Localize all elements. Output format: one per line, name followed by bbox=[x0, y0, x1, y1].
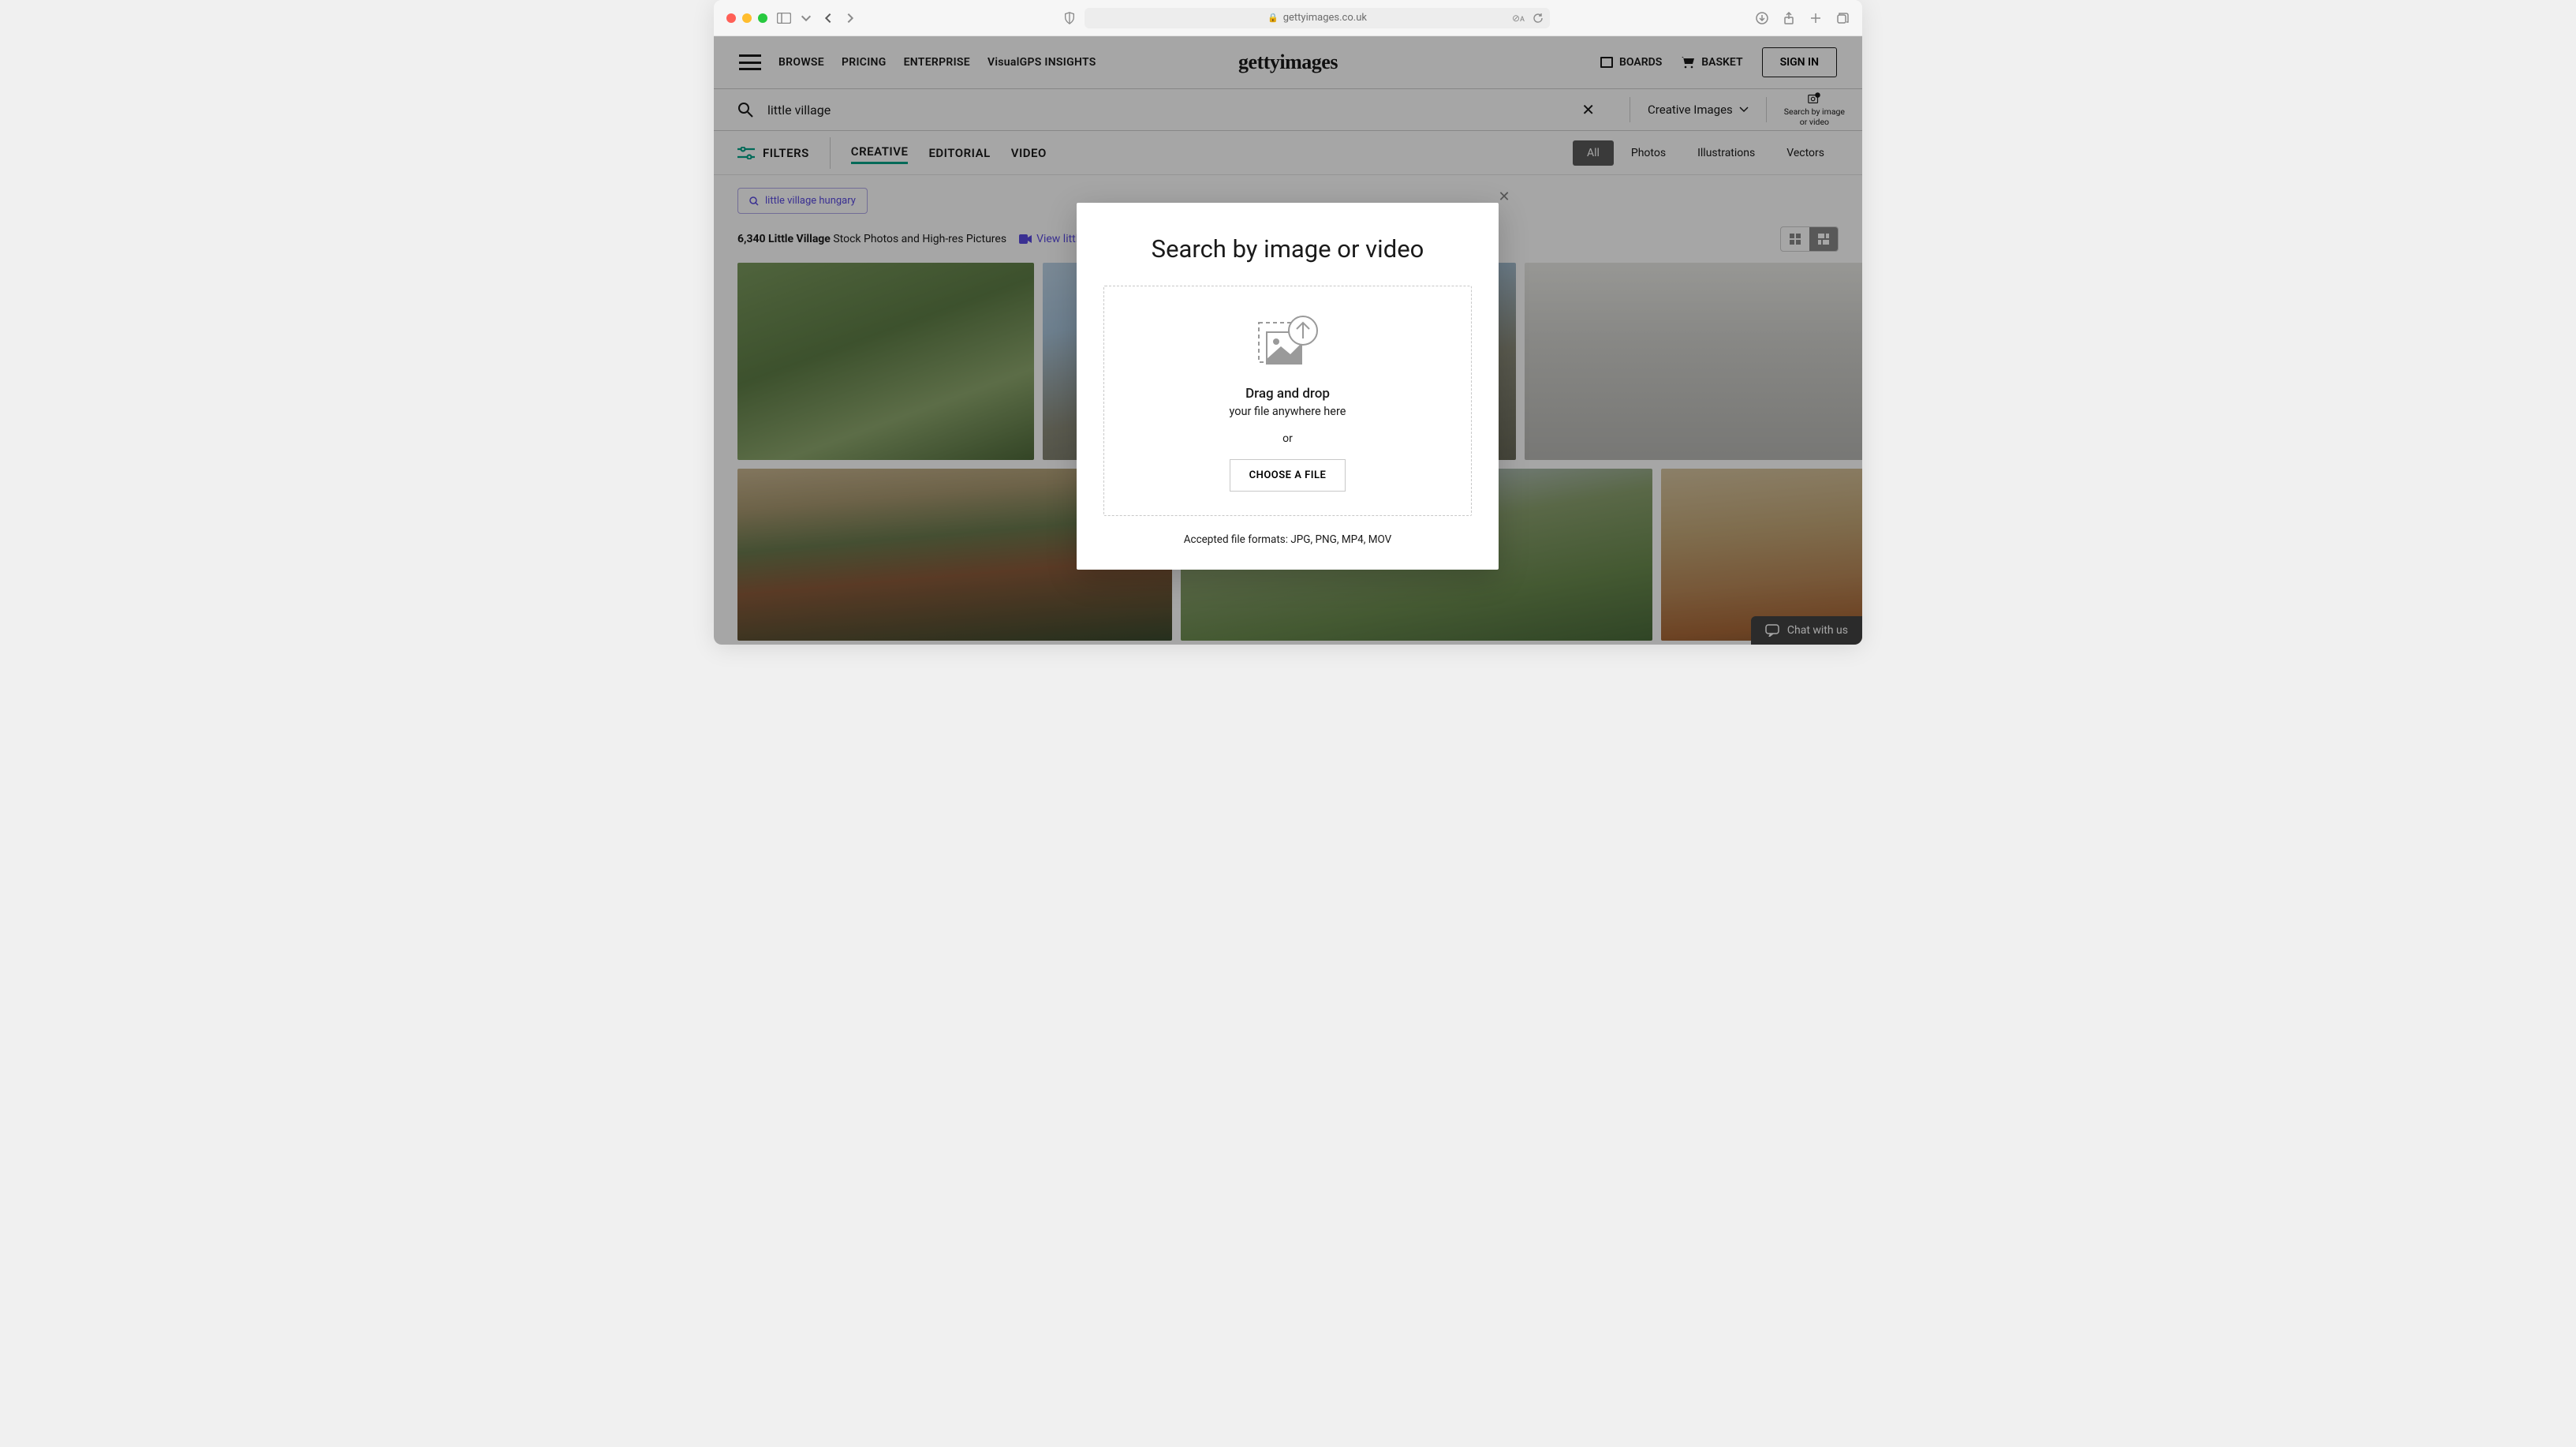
close-modal-icon[interactable]: ✕ bbox=[1496, 189, 1512, 204]
close-window-icon[interactable] bbox=[726, 13, 736, 23]
search-by-image-modal: Search by image or video Drag and drop y… bbox=[1077, 203, 1499, 570]
accepted-formats: Accepted file formats: JPG, PNG, MP4, MO… bbox=[1103, 533, 1472, 546]
url-text: gettyimages.co.uk bbox=[1283, 12, 1367, 24]
dropzone-or: or bbox=[1282, 432, 1293, 445]
back-icon[interactable] bbox=[821, 11, 835, 25]
browser-chrome: 🔒 gettyimages.co.uk ⊘ᴀ bbox=[714, 0, 1862, 36]
choose-file-button[interactable]: CHOOSE A FILE bbox=[1230, 459, 1346, 492]
share-icon[interactable] bbox=[1782, 11, 1796, 25]
modal-title: Search by image or video bbox=[1103, 234, 1472, 264]
window-controls bbox=[726, 13, 767, 23]
url-bar[interactable]: 🔒 gettyimages.co.uk ⊘ᴀ bbox=[1085, 8, 1550, 28]
translate-icon[interactable]: ⊘ᴀ bbox=[1512, 13, 1526, 24]
new-tab-icon[interactable] bbox=[1809, 11, 1823, 25]
sidebar-toggle-icon[interactable] bbox=[777, 11, 791, 25]
reload-icon[interactable] bbox=[1533, 13, 1544, 24]
privacy-shield-icon[interactable] bbox=[1062, 11, 1077, 25]
downloads-icon[interactable] bbox=[1755, 11, 1769, 25]
minimize-window-icon[interactable] bbox=[742, 13, 752, 23]
dropzone-title: Drag and drop bbox=[1245, 386, 1330, 402]
file-dropzone[interactable]: Drag and drop your file anywhere here or… bbox=[1103, 286, 1472, 516]
lock-icon: 🔒 bbox=[1267, 13, 1279, 23]
tabs-overview-icon[interactable] bbox=[1835, 11, 1850, 25]
dropzone-subtitle: your file anywhere here bbox=[1230, 405, 1346, 418]
upload-image-icon bbox=[1257, 315, 1319, 368]
chevron-down-icon[interactable] bbox=[799, 11, 813, 25]
maximize-window-icon[interactable] bbox=[758, 13, 767, 23]
forward-icon[interactable] bbox=[843, 11, 857, 25]
